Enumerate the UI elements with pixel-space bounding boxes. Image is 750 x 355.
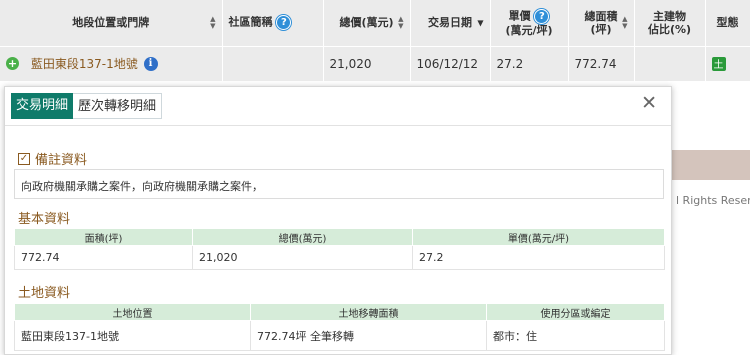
column-header-community-label: 社區簡稱	[228, 15, 273, 29]
transaction-detail-popup: 交易明細 歷次轉移明細 ✕ ✓ 備註資料 向政府機關承購之案件，向政府機關承購之…	[4, 86, 672, 355]
value-transfer-area: 772.74坪 全筆移轉	[250, 320, 487, 351]
column-header-building-ratio-unit: 佔比(%)	[647, 22, 692, 36]
table-header-row: 面積(坪) 總價(萬元) 單價(萬元/坪)	[14, 228, 665, 246]
header-land-location: 土地位置	[14, 303, 251, 321]
column-header-area[interactable]: 總面積 (坪) ▲ ▼	[568, 0, 635, 46]
cell-date: 106/12/12	[410, 45, 491, 81]
column-header-unit-price-label: 單價	[508, 9, 531, 23]
table-row: 藍田東段137-1地號 772.74坪 全筆移轉 都市：住	[14, 320, 665, 351]
column-header-type-label: 型態	[716, 16, 739, 30]
table-row[interactable]: + 藍田東段137-1地號 i 21,020 106/12/12 27.2 77…	[0, 45, 750, 81]
table-header-row: 地段位置或門牌 ▲ ▼ 社區簡稱 ? 總價(萬元) ▲ ▼ 交易日期 ▼ 單價 ? …	[0, 0, 750, 46]
land-type-badge: 土	[711, 56, 726, 71]
background-band	[672, 150, 750, 180]
column-header-total-price[interactable]: 總價(萬元) ▲ ▼	[323, 0, 411, 46]
sort-icon[interactable]: ▲ ▼	[398, 15, 403, 30]
cell-type: 土	[705, 45, 750, 81]
footer-copyright-text: l Rights Reserv	[676, 194, 750, 207]
question-circle-icon[interactable]: ?	[276, 15, 292, 31]
tab-transaction-detail[interactable]: 交易明細	[11, 93, 74, 119]
cell-area: 772.74	[568, 45, 635, 81]
cell-location: + 藍田東段137-1地號 i	[0, 45, 223, 81]
remarks-section-title[interactable]: ✓ 備註資料	[18, 149, 87, 168]
column-header-building-ratio-label: 主建物	[653, 9, 686, 23]
value-unit-price: 27.2	[412, 245, 665, 270]
table-row: 772.74 21,020 27.2	[14, 245, 665, 270]
cell-building-ratio	[634, 45, 706, 81]
sort-desc-icon[interactable]: ▼	[477, 16, 483, 29]
column-header-building-ratio[interactable]: 主建物 佔比(%)	[634, 0, 706, 46]
header-zoning: 使用分區或編定	[486, 303, 665, 321]
basic-info-table: 面積(坪) 總價(萬元) 單價(萬元/坪) 772.74 21,020 27.2	[14, 228, 665, 270]
sort-icon[interactable]: ▲ ▼	[622, 15, 627, 30]
column-header-area-unit: (坪)	[590, 22, 612, 36]
header-total-price: 總價(萬元)	[192, 228, 413, 246]
tab-transfer-history[interactable]: 歷次轉移明細	[73, 93, 163, 119]
column-header-total-price-label: 總價(萬元)	[339, 16, 394, 30]
value-area: 772.74	[14, 245, 193, 270]
location-link[interactable]: 藍田東段137-1地號	[31, 57, 138, 71]
sort-icon[interactable]: ▲ ▼	[210, 15, 215, 30]
background-page	[672, 80, 750, 355]
header-transfer-area: 土地移轉面積	[250, 303, 487, 321]
table-header-row: 土地位置 土地移轉面積 使用分區或編定	[14, 303, 665, 321]
land-info-table: 土地位置 土地移轉面積 使用分區或編定 藍田東段137-1地號 772.74坪 …	[14, 303, 665, 351]
column-header-date-label: 交易日期	[428, 16, 472, 30]
popup-tabs: 交易明細 歷次轉移明細	[11, 93, 163, 119]
header-area: 面積(坪)	[14, 228, 193, 246]
land-info-title: 土地資料	[18, 286, 71, 301]
checkbox-checked-icon[interactable]: ✓	[18, 152, 30, 165]
basic-info-title: 基本資料	[18, 212, 71, 227]
column-header-date[interactable]: 交易日期 ▼	[410, 0, 491, 46]
value-land-location: 藍田東段137-1地號	[14, 320, 251, 351]
results-table: 地段位置或門牌 ▲ ▼ 社區簡稱 ? 總價(萬元) ▲ ▼ 交易日期 ▼ 單價 ? …	[0, 0, 750, 81]
cell-unit-price: 27.2	[490, 45, 569, 81]
popup-divider	[5, 125, 671, 126]
column-header-location-label: 地段位置或門牌	[72, 16, 150, 30]
column-header-area-label: 總面積	[584, 9, 618, 23]
column-header-unit-price-unit: (萬元/坪)	[505, 23, 553, 37]
plus-circle-icon[interactable]: +	[6, 57, 19, 71]
header-unit-price: 單價(萬元/坪)	[412, 228, 665, 246]
remarks-title-label: 備註資料	[35, 153, 88, 168]
cell-total-price: 21,020	[323, 45, 411, 81]
column-header-community: 社區簡稱 ?	[222, 0, 324, 46]
cell-community	[222, 45, 324, 81]
question-circle-icon[interactable]: ?	[534, 8, 550, 24]
column-header-type: 型態	[705, 0, 750, 46]
info-circle-icon[interactable]: i	[143, 56, 158, 71]
value-zoning: 都市：住	[486, 320, 665, 351]
remarks-text: 向政府機關承購之案件，向政府機關承購之案件，	[14, 169, 664, 199]
close-icon[interactable]: ✕	[641, 92, 657, 114]
value-total-price: 21,020	[192, 245, 413, 270]
column-header-location[interactable]: 地段位置或門牌 ▲ ▼	[0, 0, 223, 46]
column-header-unit-price[interactable]: 單價 ? (萬元/坪)	[490, 0, 569, 46]
